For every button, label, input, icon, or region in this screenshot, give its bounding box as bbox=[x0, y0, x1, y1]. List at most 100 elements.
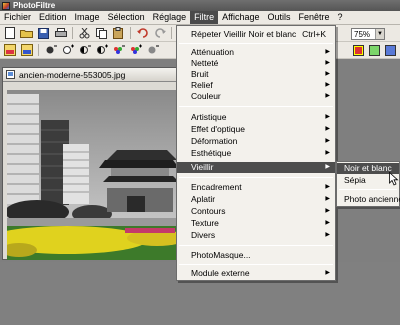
menu-item-esthetique[interactable]: Esthétique ▶ bbox=[177, 148, 335, 159]
chevron-down-icon[interactable]: ▼ bbox=[375, 29, 384, 39]
menu-item-texture[interactable]: Texture ▶ bbox=[177, 218, 335, 229]
menu-item-contours[interactable]: Contours ▶ bbox=[177, 206, 335, 217]
menu-item-label: Divers bbox=[191, 230, 216, 240]
menu-item-label: Atténuation bbox=[191, 47, 235, 57]
menu-item-label: Module externe bbox=[191, 268, 250, 278]
menu-affichage[interactable]: Affichage bbox=[218, 11, 263, 24]
menu-separator bbox=[179, 264, 333, 265]
toolbar-separator bbox=[130, 27, 131, 39]
submenu-arrow-icon: ▶ bbox=[325, 60, 330, 66]
menu-item-label: Effet d'optique bbox=[191, 124, 245, 134]
undo-icon[interactable] bbox=[135, 26, 150, 40]
saturation-plus-icon[interactable] bbox=[128, 43, 143, 57]
menu-help[interactable]: ? bbox=[334, 11, 347, 24]
submenu-arrow-icon: ▶ bbox=[325, 208, 330, 214]
menu-reglage[interactable]: Réglage bbox=[149, 11, 191, 24]
menu-item-effet-optique[interactable]: Effet d'optique ▶ bbox=[177, 124, 335, 135]
copy-icon[interactable] bbox=[94, 26, 109, 40]
submenu-arrow-icon: ▶ bbox=[325, 270, 330, 276]
auto-contrast-icon[interactable] bbox=[19, 43, 34, 57]
menu-item-relief[interactable]: Relief ▶ bbox=[177, 80, 335, 91]
document-title: ancien-moderne-553005.jpg bbox=[19, 69, 126, 80]
redo-icon[interactable] bbox=[152, 26, 167, 40]
document-window[interactable]: ancien-moderne-553005.jpg bbox=[2, 67, 180, 260]
menu-item-label: Relief bbox=[191, 80, 213, 90]
cut-icon[interactable] bbox=[77, 26, 92, 40]
menu-item-label: Netteté bbox=[191, 58, 219, 68]
submenu-arrow-icon: ▶ bbox=[325, 184, 330, 190]
menu-item-label: Répeter Vieillir Noir et blanc bbox=[191, 29, 297, 39]
menu-bar: Fichier Edition Image Sélection Réglage … bbox=[0, 11, 400, 25]
menu-selection[interactable]: Sélection bbox=[104, 11, 149, 24]
menu-item-shortcut: Ctrl+K bbox=[302, 29, 326, 39]
menu-item-repeat[interactable]: Répeter Vieillir Noir et blanc Ctrl+K bbox=[177, 29, 335, 40]
menu-item-label: Couleur bbox=[191, 91, 221, 101]
menu-item-attenuation[interactable]: Atténuation ▶ bbox=[177, 47, 335, 58]
menu-image[interactable]: Image bbox=[71, 11, 104, 24]
submenu-arrow-icon: ▶ bbox=[325, 49, 330, 55]
new-file-icon[interactable] bbox=[2, 26, 17, 40]
submenu-arrow-icon: ▶ bbox=[325, 164, 330, 170]
menu-fenetre[interactable]: Fenêtre bbox=[295, 11, 334, 24]
toolbar-separator bbox=[72, 27, 73, 39]
menu-separator bbox=[179, 106, 333, 107]
toolbar-separator bbox=[171, 27, 172, 39]
toolbar-separator bbox=[38, 44, 39, 56]
brightness-minus-icon[interactable] bbox=[43, 43, 58, 57]
menu-item-label: PhotoMasque... bbox=[191, 250, 251, 260]
submenu-item-photo-ancienne[interactable]: Photo ancienne... bbox=[337, 194, 400, 205]
menu-item-label: Artistique bbox=[191, 112, 227, 122]
submenu-arrow-icon: ▶ bbox=[325, 150, 330, 156]
menu-item-label: Aplatir bbox=[191, 194, 216, 204]
zoom-value: 75% bbox=[354, 29, 371, 39]
contrast-minus-icon[interactable] bbox=[77, 43, 92, 57]
menu-item-aplatir[interactable]: Aplatir ▶ bbox=[177, 194, 335, 205]
color-icon[interactable] bbox=[352, 44, 365, 57]
app-title: PhotoFiltre bbox=[13, 1, 56, 10]
menu-outils[interactable]: Outils bbox=[264, 11, 295, 24]
paste-icon[interactable] bbox=[111, 26, 126, 40]
menu-item-divers[interactable]: Divers ▶ bbox=[177, 230, 335, 241]
menu-item-vieillir[interactable]: Vieillir ▶ bbox=[177, 162, 335, 173]
contrast-plus-icon[interactable] bbox=[94, 43, 109, 57]
auto-level-icon[interactable] bbox=[2, 43, 17, 57]
submenu-arrow-icon: ▶ bbox=[325, 93, 330, 99]
zoom-select[interactable]: 75% ▼ bbox=[351, 28, 385, 40]
brightness-plus-icon[interactable] bbox=[60, 43, 75, 57]
menu-item-photomasque[interactable]: PhotoMasque... bbox=[177, 250, 335, 261]
menu-item-label: Sépia bbox=[344, 175, 366, 185]
menu-item-label: Vieillir bbox=[191, 162, 214, 172]
menu-item-encadrement[interactable]: Encadrement ▶ bbox=[177, 182, 335, 193]
title-bar: PhotoFiltre bbox=[0, 0, 400, 11]
menu-separator bbox=[339, 189, 397, 190]
grayscale-icon[interactable] bbox=[368, 44, 381, 57]
menu-item-label: Encadrement bbox=[191, 182, 242, 192]
menu-item-bruit[interactable]: Bruit ▶ bbox=[177, 69, 335, 80]
menu-item-couleur[interactable]: Couleur ▶ bbox=[177, 91, 335, 102]
saturation-minus-icon[interactable] bbox=[111, 43, 126, 57]
print-icon[interactable] bbox=[53, 26, 68, 40]
submenu-arrow-icon: ▶ bbox=[325, 196, 330, 202]
negative-icon[interactable] bbox=[384, 44, 397, 57]
menu-item-deformation[interactable]: Déformation ▶ bbox=[177, 136, 335, 147]
menu-filtre[interactable]: Filtre bbox=[190, 11, 219, 24]
menu-fichier[interactable]: Fichier bbox=[0, 11, 35, 24]
submenu-arrow-icon: ▶ bbox=[325, 138, 330, 144]
menu-edition[interactable]: Edition bbox=[35, 11, 71, 24]
submenu-arrow-icon: ▶ bbox=[325, 114, 330, 120]
filtre-menu: Répeter Vieillir Noir et blanc Ctrl+K At… bbox=[176, 25, 336, 281]
menu-separator bbox=[179, 245, 333, 246]
submenu-arrow-icon: ▶ bbox=[325, 220, 330, 226]
menu-item-label: Photo ancienne... bbox=[344, 194, 400, 204]
menu-item-nettete[interactable]: Netteté ▶ bbox=[177, 58, 335, 69]
save-icon[interactable] bbox=[36, 26, 51, 40]
mouse-cursor-icon bbox=[389, 172, 399, 186]
menu-item-label: Bruit bbox=[191, 69, 209, 79]
menu-separator bbox=[179, 177, 333, 178]
gamma-minus-icon[interactable] bbox=[145, 43, 160, 57]
menu-item-module-externe[interactable]: Module externe ▶ bbox=[177, 268, 335, 279]
menu-item-artistique[interactable]: Artistique ▶ bbox=[177, 112, 335, 123]
open-folder-icon[interactable] bbox=[19, 26, 34, 40]
image-canvas[interactable] bbox=[7, 90, 179, 260]
document-title-bar[interactable]: ancien-moderne-553005.jpg bbox=[3, 68, 179, 82]
